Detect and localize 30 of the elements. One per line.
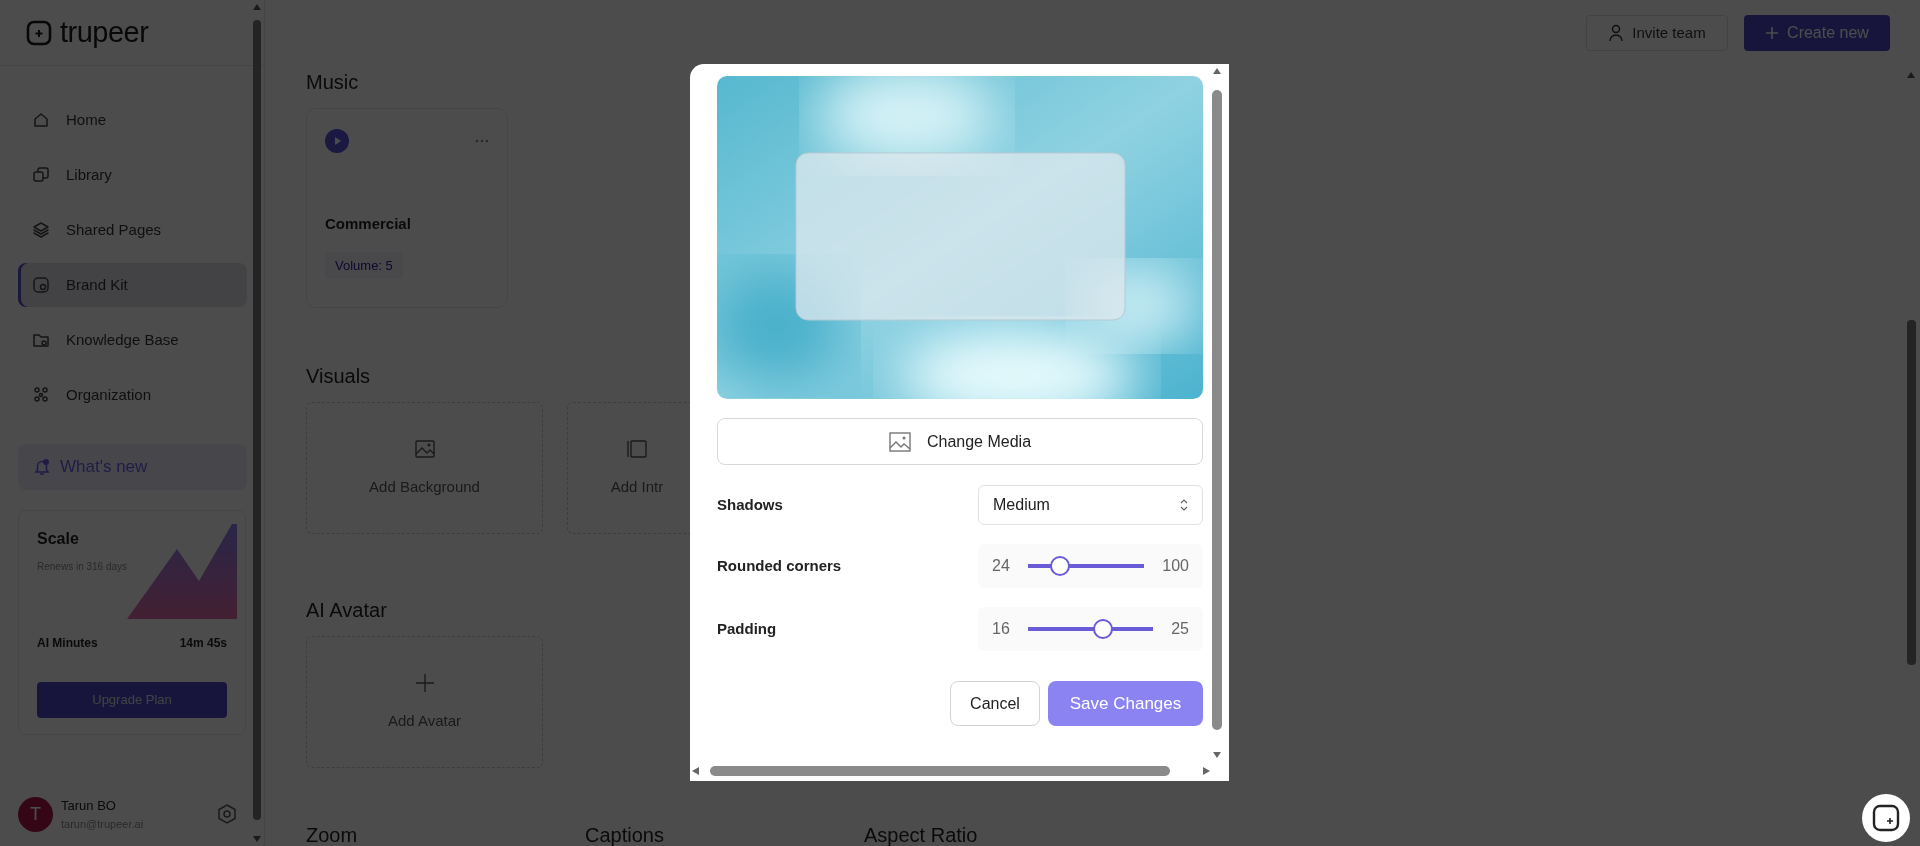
setting-label: Shadows: [717, 494, 783, 515]
setting-label: Padding: [717, 618, 777, 639]
slider-value: 24: [992, 556, 1010, 576]
plan-name: Scale: [37, 529, 80, 549]
section-title: Aspect Ratio: [864, 823, 979, 846]
sidebar-item[interactable]: Organization: [18, 373, 247, 417]
section-title: Music: [306, 70, 360, 94]
save-changes-button[interactable]: Save Changes: [1048, 681, 1203, 726]
change-media-button[interactable]: Change Media: [717, 418, 1203, 465]
minutes-label: AI Minutes: [37, 635, 98, 652]
sidebar-item[interactable]: Library: [18, 153, 247, 197]
sidebar-item[interactable]: Home: [18, 98, 247, 142]
sidebar-item[interactable]: Shared Pages: [18, 208, 247, 252]
track-title: Commercial: [325, 214, 412, 234]
avatar: T: [18, 796, 53, 832]
slider-max: 100: [1162, 556, 1189, 576]
section-title: Visuals: [306, 364, 372, 388]
minutes-value: 14m 45s: [179, 635, 227, 652]
sidebar-item[interactable]: Knowledge Base: [18, 318, 247, 362]
user-name: Tarun BO: [61, 797, 117, 815]
cancel-button[interactable]: Cancel: [950, 681, 1040, 726]
setting-label: Rounded corners: [717, 555, 842, 576]
slider-value: 16: [992, 619, 1010, 639]
shadows-select[interactable]: Medium: [978, 485, 1203, 525]
section-title: Zoom: [306, 823, 359, 846]
logo-text: trupeer: [60, 14, 149, 50]
section-title: AI Avatar: [306, 598, 388, 622]
slider-max: 25: [1171, 619, 1189, 639]
invite-team-button[interactable]: Invite team: [1586, 15, 1728, 51]
section-title: Captions: [585, 823, 665, 846]
